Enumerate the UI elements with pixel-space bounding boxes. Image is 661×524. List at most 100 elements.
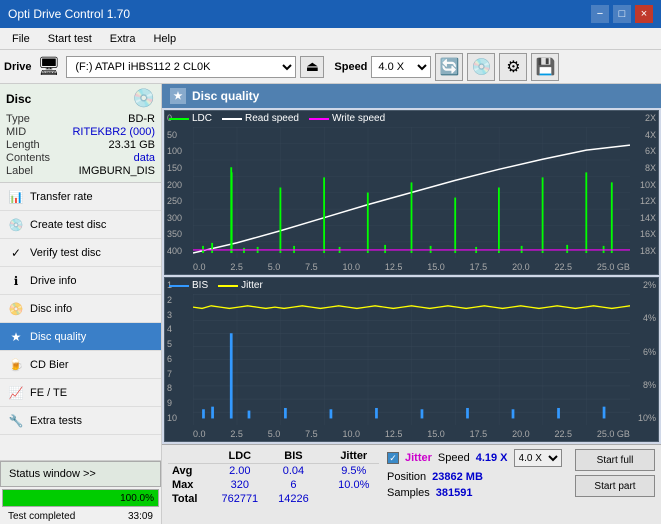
settings-button[interactable]: ⚙	[499, 53, 527, 81]
speed-select[interactable]: 4.0 X	[371, 56, 431, 78]
eject-button[interactable]: ⏏	[300, 56, 324, 78]
read-speed-color	[222, 118, 242, 120]
max-empty	[318, 478, 328, 492]
chart1-y-labels-right: 18X16X14X12X10X8X6X4X2X	[630, 111, 658, 258]
create-test-disc-label: Create test disc	[30, 219, 106, 231]
chart2-grid	[193, 294, 630, 425]
panel-title: Disc quality	[192, 89, 259, 103]
speed-label: Speed	[334, 61, 367, 73]
menubar: File Start test Extra Help	[0, 28, 661, 50]
chart-bis: BIS Jitter 10987654321 10%8%6%4%2% 0.02.…	[164, 277, 659, 442]
sidebar-item-verify-test-disc[interactable]: ✓ Verify test disc	[0, 239, 161, 267]
progress-bar: 100.0%	[3, 490, 158, 506]
length-value: 23.31 GB	[109, 139, 155, 151]
disc-button[interactable]: 💿	[467, 53, 495, 81]
legend-ldc-label: LDC	[192, 113, 212, 124]
total-ldc: 762771	[211, 492, 269, 506]
max-bis: 6	[269, 478, 319, 492]
maximize-button[interactable]: □	[613, 5, 631, 23]
legend-ldc: LDC	[169, 113, 212, 124]
sidebar-item-disc-info[interactable]: 📀 Disc info	[0, 295, 161, 323]
length-label: Length	[6, 139, 40, 151]
stats-right: ✓ Jitter Speed 4.19 X 4.0 X Position 238…	[387, 449, 567, 520]
chart1-grid	[193, 127, 630, 258]
start-full-button[interactable]: Start full	[575, 449, 655, 471]
disc-title: Disc	[6, 92, 31, 106]
position-label: Position	[387, 471, 426, 483]
jitter-color	[218, 285, 238, 287]
legend-read-speed-label: Read speed	[245, 113, 299, 124]
drive-info-icon: ℹ	[8, 273, 24, 289]
sidebar-item-create-test-disc[interactable]: 💿 Create test disc	[0, 211, 161, 239]
close-button[interactable]: ×	[635, 5, 653, 23]
sidebar-item-extra-tests[interactable]: 🔧 Extra tests	[0, 407, 161, 435]
max-ldc: 320	[211, 478, 269, 492]
status-window-button[interactable]: Status window >>	[0, 461, 161, 487]
fe-te-icon: 📈	[8, 385, 24, 401]
chart2-svg	[193, 294, 630, 425]
avg-bis: 0.04	[269, 464, 319, 479]
drive-icon: 🖥	[38, 56, 61, 77]
disc-quality-label: Disc quality	[30, 331, 86, 343]
table-row-max: Max 320 6 10.0%	[168, 478, 379, 492]
disc-label-value: IMGBURN_DIS	[79, 165, 155, 177]
speed-value: 4.19 X	[476, 452, 508, 464]
chart2-y-labels-right: 10%8%6%4%2%	[630, 278, 658, 425]
verify-test-disc-icon: ✓	[8, 245, 24, 261]
table-row-total: Total 762771 14226	[168, 492, 379, 506]
type-label: Type	[6, 113, 30, 125]
col-header-empty	[318, 449, 328, 464]
menu-file[interactable]: File	[4, 31, 38, 47]
max-jitter: 10.0%	[329, 478, 379, 492]
stats-bar: LDC BIS Jitter Avg 2.00 0.04 9.5%	[162, 444, 661, 524]
sidebar-item-fe-te[interactable]: 📈 FE / TE	[0, 379, 161, 407]
disc-label-label: Label	[6, 165, 33, 177]
sidebar-item-disc-quality[interactable]: ★ Disc quality	[0, 323, 161, 351]
chart2-y-labels-left: 10987654321	[165, 278, 193, 425]
chart1-legend: LDC Read speed Write speed	[169, 113, 385, 124]
sidebar-item-cd-bier[interactable]: 🍺 CD Bier	[0, 351, 161, 379]
samples-label: Samples	[387, 487, 430, 499]
jitter-checkbox[interactable]: ✓	[387, 452, 399, 464]
col-header-jitter: Jitter	[329, 449, 379, 464]
chart1-svg	[193, 127, 630, 258]
extra-tests-label: Extra tests	[30, 415, 82, 427]
minimize-button[interactable]: −	[591, 5, 609, 23]
speed-dropdown[interactable]: 4.0 X	[514, 449, 562, 467]
legend-jitter-label: Jitter	[241, 280, 263, 291]
sidebar-nav: 📊 Transfer rate 💿 Create test disc ✓ Ver…	[0, 183, 161, 460]
main-layout: Disc 💿 Type BD-R MID RITEKBR2 (000) Leng…	[0, 84, 661, 524]
chart-ldc: LDC Read speed Write speed 4003503002502…	[164, 110, 659, 275]
drive-label: Drive	[4, 61, 32, 73]
app-title: Opti Drive Control 1.70	[8, 7, 130, 21]
samples-row: Samples 381591	[387, 487, 567, 499]
create-test-disc-icon: 💿	[8, 217, 24, 233]
table-row-avg: Avg 2.00 0.04 9.5%	[168, 464, 379, 479]
speed-label: Speed	[438, 452, 470, 464]
legend-write-speed-label: Write speed	[332, 113, 385, 124]
start-part-button[interactable]: Start part	[575, 475, 655, 497]
disc-info-icon: 📀	[8, 301, 24, 317]
mid-label: MID	[6, 126, 26, 138]
menu-extra[interactable]: Extra	[102, 31, 144, 47]
menu-start-test[interactable]: Start test	[40, 31, 100, 47]
progress-text: 100.0%	[120, 493, 154, 504]
drive-select[interactable]: (F:) ATAPI iHBS112 2 CL0K	[66, 56, 296, 78]
progress-bar-container: 100.0%	[2, 489, 159, 507]
fe-te-label: FE / TE	[30, 387, 67, 399]
window-controls: − □ ×	[591, 5, 653, 23]
jitter-label: Jitter	[405, 452, 432, 464]
total-empty	[318, 492, 328, 506]
chart2-x-labels: 0.02.55.07.510.012.515.017.520.022.525.0…	[193, 429, 630, 439]
menu-help[interactable]: Help	[145, 31, 184, 47]
total-label: Total	[168, 492, 211, 506]
sidebar-item-transfer-rate[interactable]: 📊 Transfer rate	[0, 183, 161, 211]
save-button[interactable]: 💾	[531, 53, 559, 81]
samples-value: 381591	[436, 487, 473, 499]
col-header-ldc: LDC	[211, 449, 269, 464]
charts-area: LDC Read speed Write speed 4003503002502…	[162, 108, 661, 444]
toolbar: Drive 🖥 (F:) ATAPI iHBS112 2 CL0K ⏏ Spee…	[0, 50, 661, 84]
legend-write-speed: Write speed	[309, 113, 385, 124]
sidebar-item-drive-info[interactable]: ℹ Drive info	[0, 267, 161, 295]
refresh-button[interactable]: 🔄	[435, 53, 463, 81]
